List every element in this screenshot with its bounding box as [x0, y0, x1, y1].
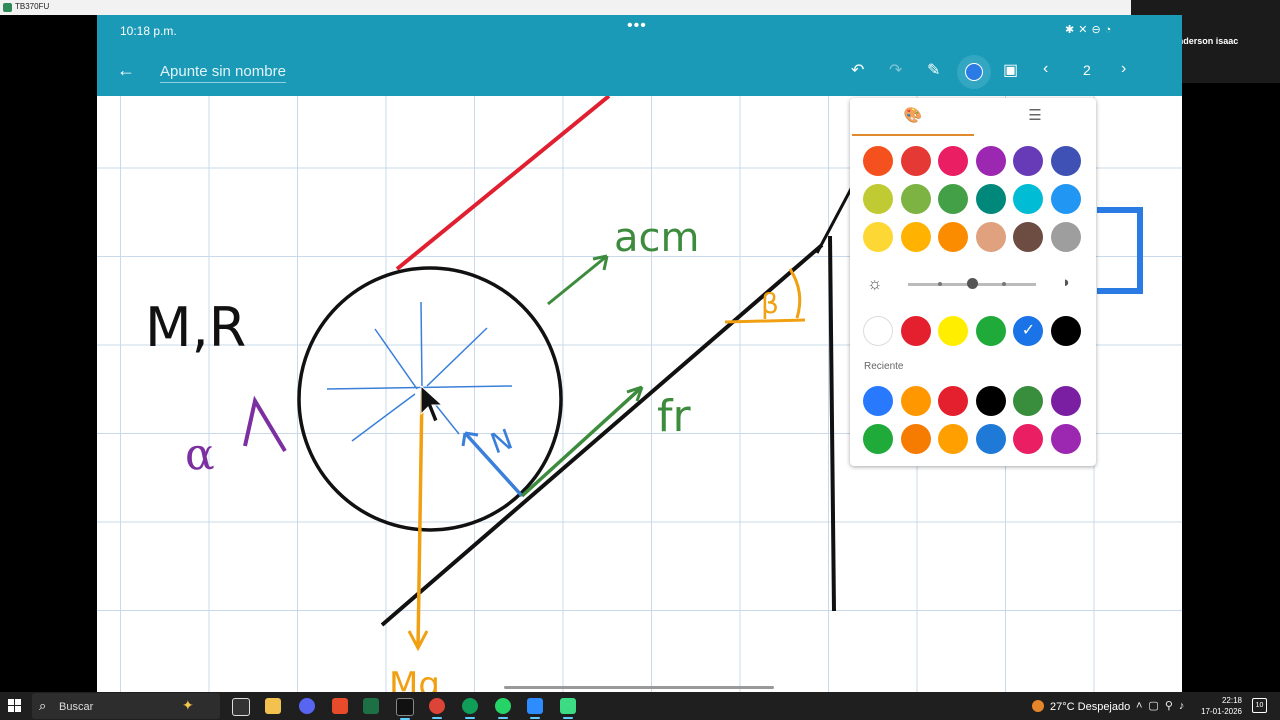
window-title-bar: TB370FU: [0, 0, 1280, 15]
palette-swatch[interactable]: [938, 146, 969, 176]
recent-swatch[interactable]: [975, 424, 1006, 454]
recent-swatch[interactable]: [1013, 424, 1044, 454]
taskbar-clock[interactable]: 22:18 17-01-2026: [1196, 695, 1242, 717]
palette-swatch[interactable]: [863, 184, 893, 214]
shade-swatch[interactable]: [938, 316, 969, 346]
color-icon[interactable]: [965, 63, 983, 81]
brightness-icon: ☼: [867, 274, 883, 293]
wifi-icon: ◔: [1104, 24, 1116, 36]
file-explorer-icon[interactable]: [265, 698, 281, 714]
recent-swatch[interactable]: [863, 386, 893, 416]
recent-swatch[interactable]: [1013, 386, 1044, 416]
recent-swatch[interactable]: [900, 424, 931, 454]
image-icon[interactable]: ▣: [1003, 60, 1018, 80]
recent-swatch[interactable]: [863, 424, 893, 454]
palette-swatch[interactable]: [1013, 184, 1044, 214]
app-icon: [3, 3, 12, 12]
shade-swatch[interactable]: [863, 316, 893, 346]
palette-icon: 🎨: [903, 107, 923, 124]
palette-swatch[interactable]: [975, 184, 1006, 214]
status-bar: 10:18 p.m. ••• ✱✕⊖◔: [97, 15, 1182, 46]
gesture-bar[interactable]: [504, 686, 774, 689]
palette-swatch[interactable]: [900, 222, 931, 252]
shade-swatch[interactable]: [1051, 316, 1081, 346]
palette-swatch[interactable]: [863, 222, 893, 252]
recent-swatch[interactable]: [938, 424, 969, 454]
start-button[interactable]: [8, 699, 22, 713]
sliders-icon: ☰: [1028, 107, 1042, 124]
undo-icon[interactable]: ↶: [851, 60, 864, 80]
terminal-icon[interactable]: [396, 698, 414, 720]
search-placeholder: Buscar: [59, 701, 94, 713]
check-icon: ✓: [1021, 322, 1036, 339]
label-beta: β: [761, 287, 779, 320]
notification-icon[interactable]: 10: [1252, 698, 1267, 713]
search-icon: ⌕: [39, 698, 47, 713]
settings-tab[interactable]: ☰: [974, 106, 1096, 134]
next-page-icon[interactable]: ›: [1121, 60, 1126, 78]
palette-swatch[interactable]: [900, 184, 931, 214]
recent-label: Reciente: [864, 361, 904, 372]
system-tray[interactable]: ˄▢⚲♪: [1136, 699, 1190, 712]
palette-swatch[interactable]: [1051, 146, 1081, 176]
bluetooth-icon: ✱: [1065, 24, 1079, 36]
notes-app: 10:18 p.m. ••• ✱✕⊖◔ ← Apunte sin nombre …: [97, 15, 1182, 692]
palette-swatch[interactable]: [938, 184, 969, 214]
mute-icon: ✕: [1078, 24, 1092, 36]
label-mg: Mg: [389, 665, 440, 692]
window-handle-icon[interactable]: •••: [627, 17, 647, 35]
palette-swatch[interactable]: [1013, 146, 1044, 176]
android-app-icon[interactable]: [560, 698, 576, 719]
palette-swatch[interactable]: [900, 146, 931, 176]
shade-swatch[interactable]: ✓: [1013, 316, 1044, 346]
taskbar: ⌕ Buscar ✦ 27°C Despejado ˄▢⚲♪ 22:18 17-…: [0, 692, 1280, 720]
shade-swatch[interactable]: [975, 316, 1006, 346]
document-title[interactable]: Apunte sin nombre: [160, 63, 286, 83]
palette-swatch[interactable]: [863, 146, 893, 176]
window-title: TB370FU: [15, 2, 50, 11]
label-mr: M,R: [145, 296, 246, 359]
recent-swatch[interactable]: [975, 386, 1006, 416]
taskbar-search[interactable]: ⌕ Buscar ✦: [32, 693, 220, 719]
label-alpha: α: [185, 429, 215, 480]
zoom-icon[interactable]: [527, 698, 543, 719]
recent-swatch[interactable]: [1051, 386, 1081, 416]
search-highlight-icon: ✦: [182, 697, 194, 713]
excel-icon[interactable]: [363, 698, 379, 714]
palette-swatch[interactable]: [975, 146, 1006, 176]
recent-swatch[interactable]: [1051, 424, 1081, 454]
status-icons: ✱✕⊖◔: [1065, 23, 1115, 36]
whatsapp-icon[interactable]: [495, 698, 511, 719]
redo-icon[interactable]: ↷: [889, 60, 902, 80]
palette-tab[interactable]: 🎨: [852, 106, 974, 136]
label-acm: acm: [614, 215, 699, 261]
palette-swatch[interactable]: [1051, 184, 1081, 214]
pen-icon[interactable]: ✎: [927, 60, 940, 80]
task-view-icon[interactable]: [232, 698, 250, 716]
palette-swatch[interactable]: [938, 222, 969, 252]
label-fr: fr: [657, 391, 691, 442]
brightness-slider-thumb[interactable]: [967, 278, 978, 289]
color-picker-panel: 🎨 ☰ ☼ ◗ ✓ Reciente: [850, 98, 1096, 466]
dark-mode-icon: ◗: [1062, 274, 1072, 291]
weather-widget[interactable]: 27°C Despejado: [1032, 700, 1130, 713]
app-a-icon[interactable]: [332, 698, 348, 714]
chrome-alt-icon[interactable]: [462, 698, 478, 719]
prev-page-icon[interactable]: ‹: [1043, 60, 1048, 78]
dnd-icon: ⊖: [1091, 24, 1105, 36]
status-time: 10:18 p.m.: [120, 24, 177, 38]
palette-swatch[interactable]: [1051, 222, 1081, 252]
weather-icon: [1032, 700, 1044, 712]
discord-icon[interactable]: [299, 698, 315, 714]
shade-swatch[interactable]: [900, 316, 931, 346]
palette-swatch[interactable]: [975, 222, 1006, 252]
palette-swatch[interactable]: [1013, 222, 1044, 252]
editor-toolbar: ← Apunte sin nombre ↶ ↷ ✎ ▣ ‹ 2 ›: [97, 46, 1182, 96]
recent-swatch[interactable]: [938, 386, 969, 416]
back-icon[interactable]: ←: [117, 60, 135, 81]
recent-swatch[interactable]: [900, 386, 931, 416]
page-number: 2: [1083, 62, 1091, 78]
chrome-icon[interactable]: [429, 698, 445, 719]
